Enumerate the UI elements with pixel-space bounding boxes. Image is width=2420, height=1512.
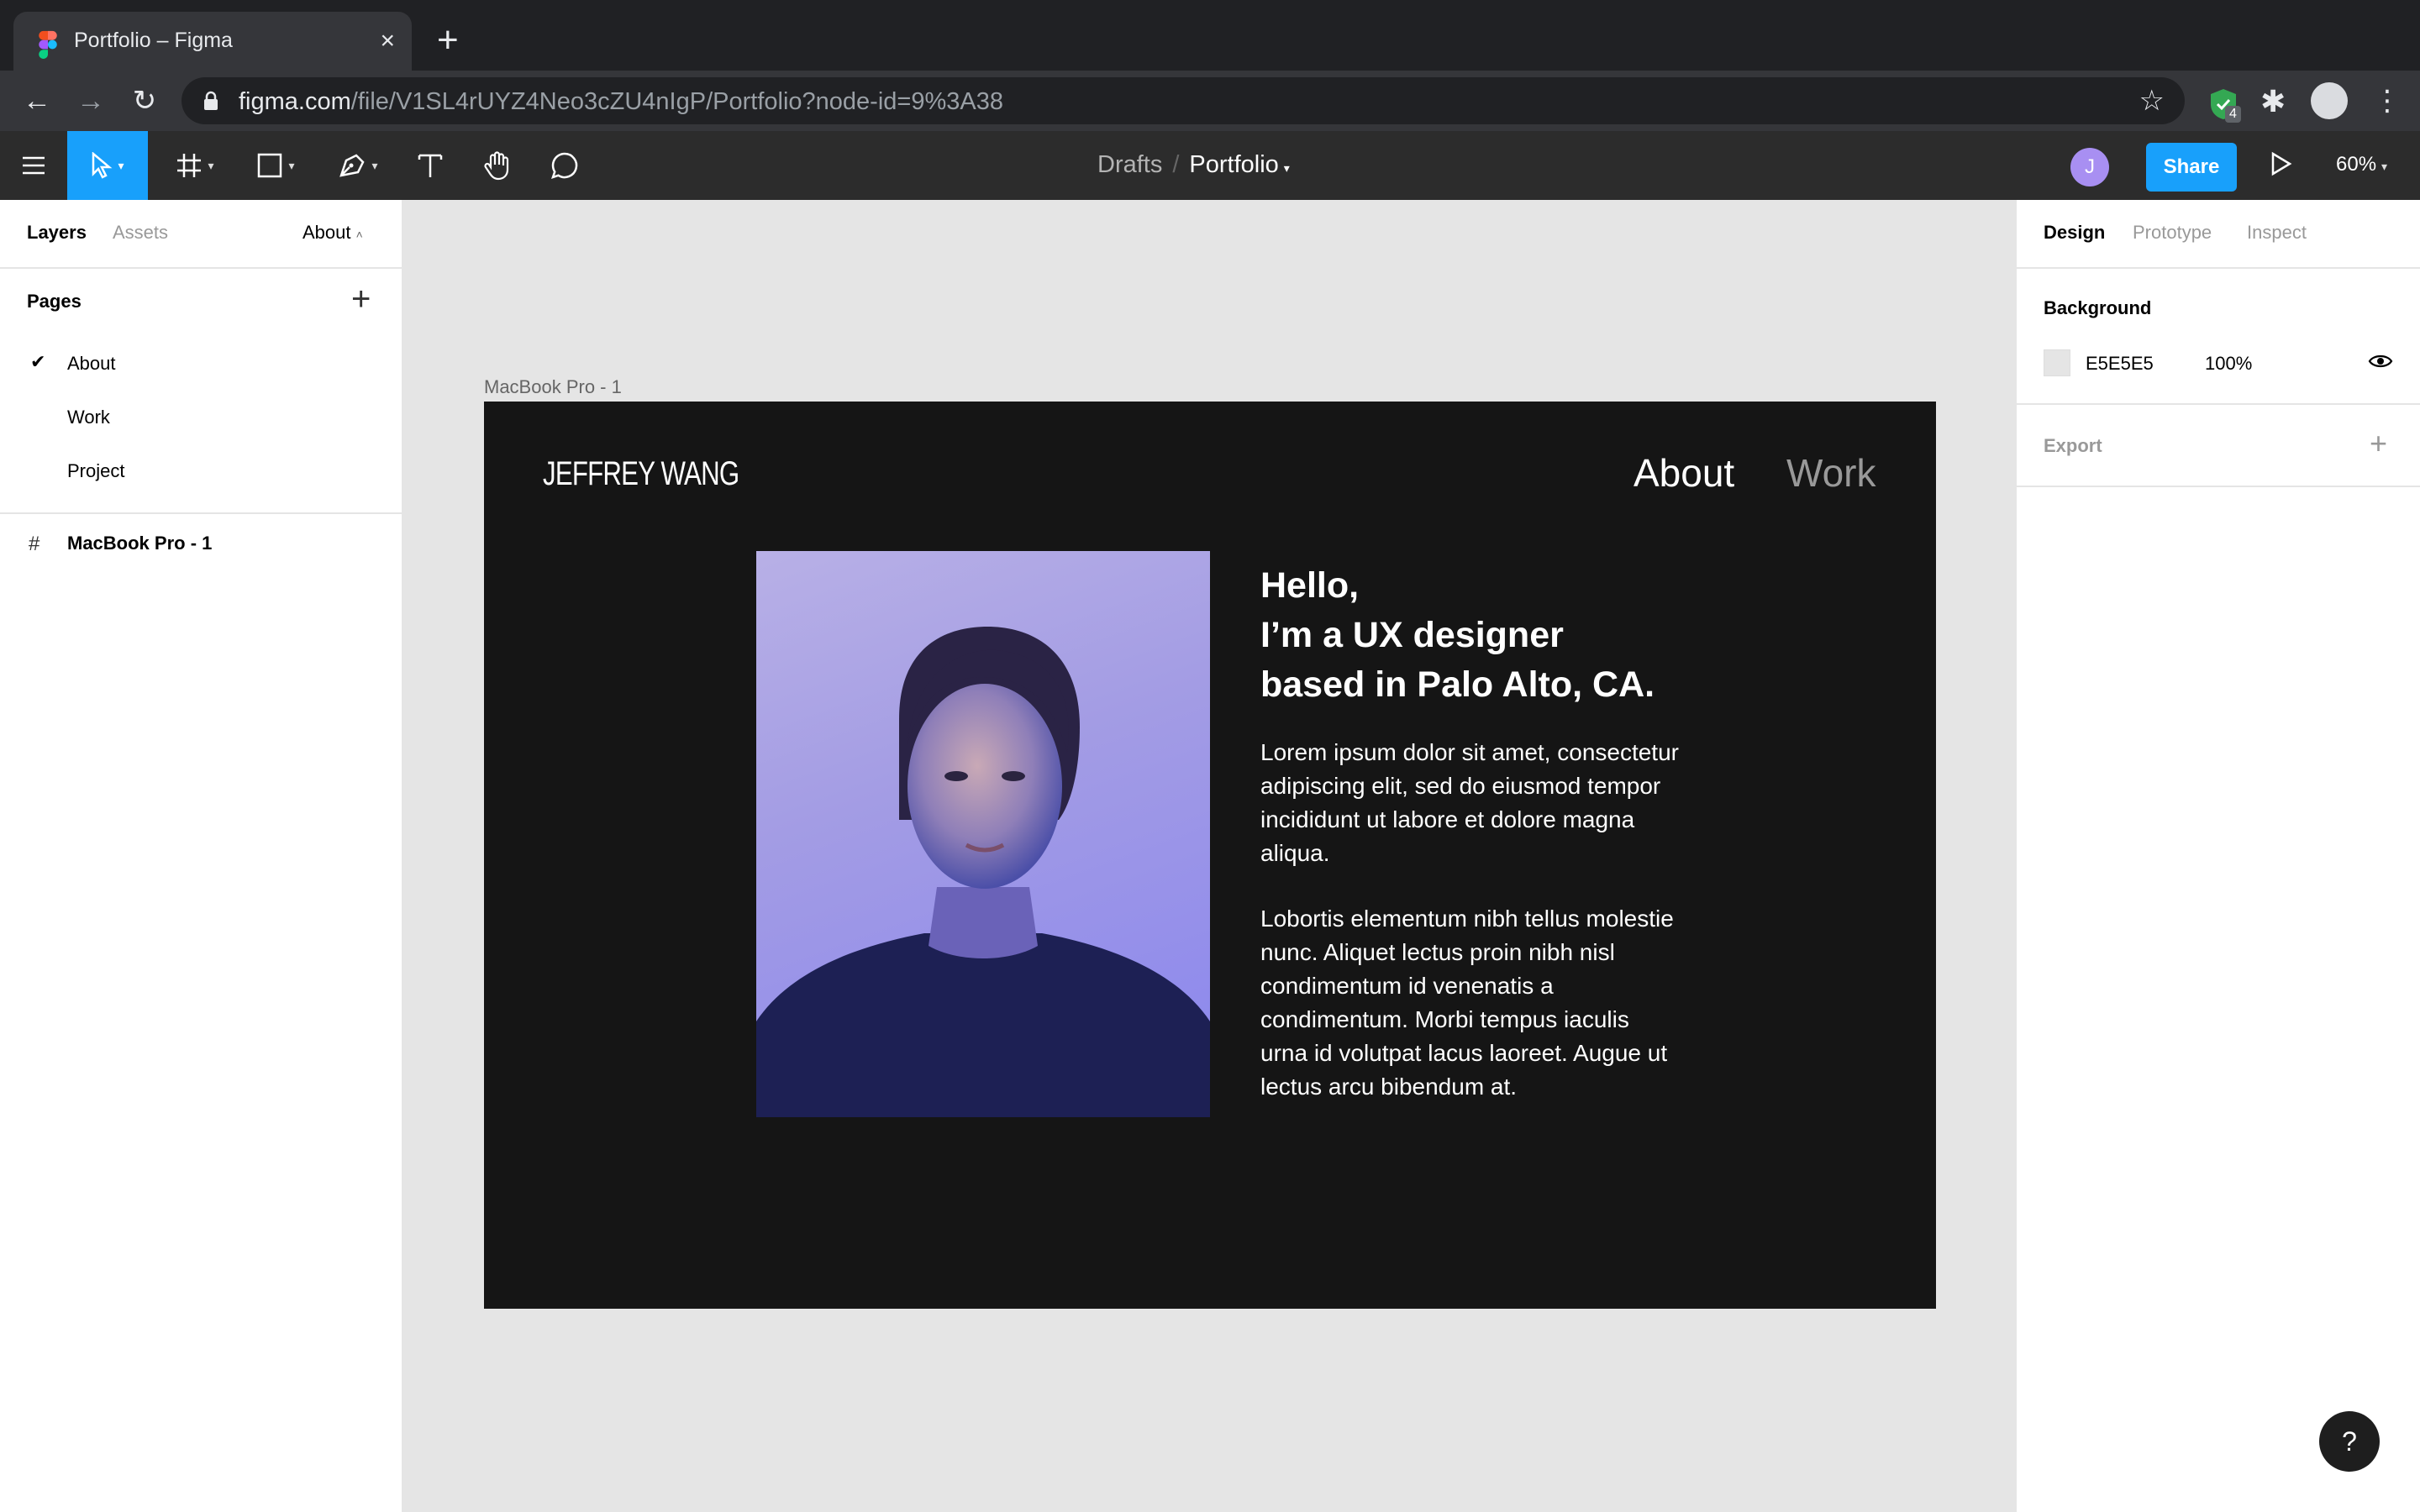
share-button[interactable]: Share [2146,143,2237,192]
tab-inspect[interactable]: Inspect [2247,222,2307,244]
reload-icon[interactable]: ↻ [128,84,161,118]
text-icon [418,154,443,177]
breadcrumb-drafts[interactable]: Drafts [1097,151,1162,178]
page-item-project[interactable]: Project [0,444,402,497]
page-switcher[interactable]: About ˄ [302,222,363,244]
right-panel-tabs: Design Prototype Inspect [2017,200,2420,269]
headline-line-3: based in Palo Alto, CA. [1260,664,1655,705]
tab-prototype[interactable]: Prototype [2133,222,2212,244]
browser-menu-icon[interactable]: ⋮ [2373,82,2402,119]
left-sidebar: Layers Assets About ˄ Pages + ✔ About Wo… [0,200,403,1512]
chevron-down-icon[interactable]: ▾ [1284,161,1290,175]
tab-title: Portfolio – Figma [74,29,233,52]
headline-line-1: Hello, [1260,565,1360,606]
site-logo: JEFFREY WANG [543,455,739,492]
intro-paragraph-1: Lorem ipsum dolor sit amet, consectetur … [1260,739,1679,866]
zoom-dropdown[interactable]: 60% ▾ [2336,153,2387,176]
new-tab-button[interactable]: + [437,22,459,59]
chevron-down-icon: ▾ [2381,160,2388,173]
background-color-swatch[interactable] [2044,349,2070,376]
page-item-label: Project [67,460,125,481]
background-title: Background [2044,297,2152,318]
figma-logo-icon [39,30,57,59]
browser-tab[interactable]: Portfolio – Figma × [13,12,412,71]
browser-toolbar: ← → ↻ figma.com/file/V1SL4rUYZ4Neo3cZU4n… [0,71,2420,131]
hand-icon [484,151,509,181]
layer-row-macbook-pro-1[interactable]: # MacBook Pro - 1 [0,514,402,570]
site-nav-work: Work [1786,451,1876,495]
frame-grid-icon [177,154,202,177]
browser-profile-avatar[interactable] [2311,82,2348,119]
frame-tool-button[interactable]: ▾ [163,131,227,200]
tab-assets[interactable]: Assets [113,222,168,244]
page-item-label: Work [67,407,110,428]
text-tool-button[interactable] [403,131,457,200]
pages-title: Pages [27,291,82,312]
macbook-pro-frame[interactable]: JEFFREY WANG About Work Hello, I’m a UX … [484,402,1936,1309]
chevron-up-icon: ˄ [355,228,363,241]
background-hex-input[interactable]: E5E5E5 [2086,353,2154,375]
main-menu-icon[interactable] [0,131,67,200]
eye-visibility-icon[interactable] [2368,351,2393,371]
avatar[interactable]: J [2070,148,2109,186]
help-button[interactable]: ? [2319,1411,2380,1472]
comment-icon [551,152,578,179]
back-arrow-icon[interactable]: ← [20,84,54,118]
browser-tab-strip: Portfolio – Figma × + [0,0,2420,71]
lock-icon [204,91,218,110]
extension-badge: 4 [2225,106,2241,123]
bookmark-star-icon[interactable]: ☆ [2139,86,2165,116]
zoom-level: 60% [2336,153,2377,176]
pen-tool-button[interactable]: ▾ [326,131,390,200]
pages-header: Pages + [0,269,402,336]
checkmark-icon: ✔ [30,351,46,372]
left-panel-tabs: Layers Assets About ˄ [0,200,402,269]
background-section: Background E5E5E5 100% [2017,269,2420,405]
frame-icon: # [29,533,40,555]
hero-headline: Hello, I’m a UX designer based in Palo A… [1260,561,1655,710]
page-item-about[interactable]: ✔ About [0,336,402,390]
cursor-arrow-icon [92,152,113,179]
add-page-button[interactable]: + [351,282,371,316]
layer-label: MacBook Pro - 1 [67,533,213,554]
figma-toolbar: ▾ ▾ ▾ ▾ Drafts / Portfolio ▾ [0,131,2420,200]
page-item-work[interactable]: Work [0,390,402,444]
headline-line-2: I’m a UX designer [1260,615,1564,655]
address-bar[interactable]: figma.com/file/V1SL4rUYZ4Neo3cZU4nIgP/Po… [182,77,2185,124]
url-text: figma.com/file/V1SL4rUYZ4Neo3cZU4nIgP/Po… [239,88,1003,115]
current-page-label: About [302,222,351,243]
export-section: Export + [2017,405,2420,487]
comment-tool-button[interactable] [538,131,592,200]
breadcrumb-separator: / [1172,151,1180,178]
file-name[interactable]: Portfolio [1189,151,1278,178]
pen-icon [339,154,366,177]
breadcrumb: Drafts / Portfolio ▾ [1097,151,1290,179]
forward-arrow-icon[interactable]: → [74,84,108,118]
rectangle-icon [258,153,282,178]
export-title: Export [2044,435,2102,456]
right-sidebar: Design Prototype Inspect Background E5E5… [2015,200,2420,1512]
puzzle-extensions-icon[interactable]: ✱ [2260,84,2286,119]
background-opacity-input[interactable]: 100% [2205,353,2252,375]
page-item-label: About [67,353,116,374]
portrait-image [756,551,1210,1117]
tab-design[interactable]: Design [2044,222,2105,244]
present-play-icon[interactable] [2270,151,2292,176]
shape-tool-button[interactable]: ▾ [244,131,308,200]
site-nav-about: About [1634,451,1735,495]
add-export-button[interactable]: + [2370,428,2387,459]
hand-tool-button[interactable] [471,131,524,200]
tab-close-icon[interactable]: × [380,27,395,55]
frame-label[interactable]: MacBook Pro - 1 [484,376,622,398]
intro-paragraph-2: Lobortis elementum nibh tellus molestie … [1260,906,1674,1100]
move-tool-button[interactable]: ▾ [67,131,148,200]
tab-layers[interactable]: Layers [27,222,87,244]
